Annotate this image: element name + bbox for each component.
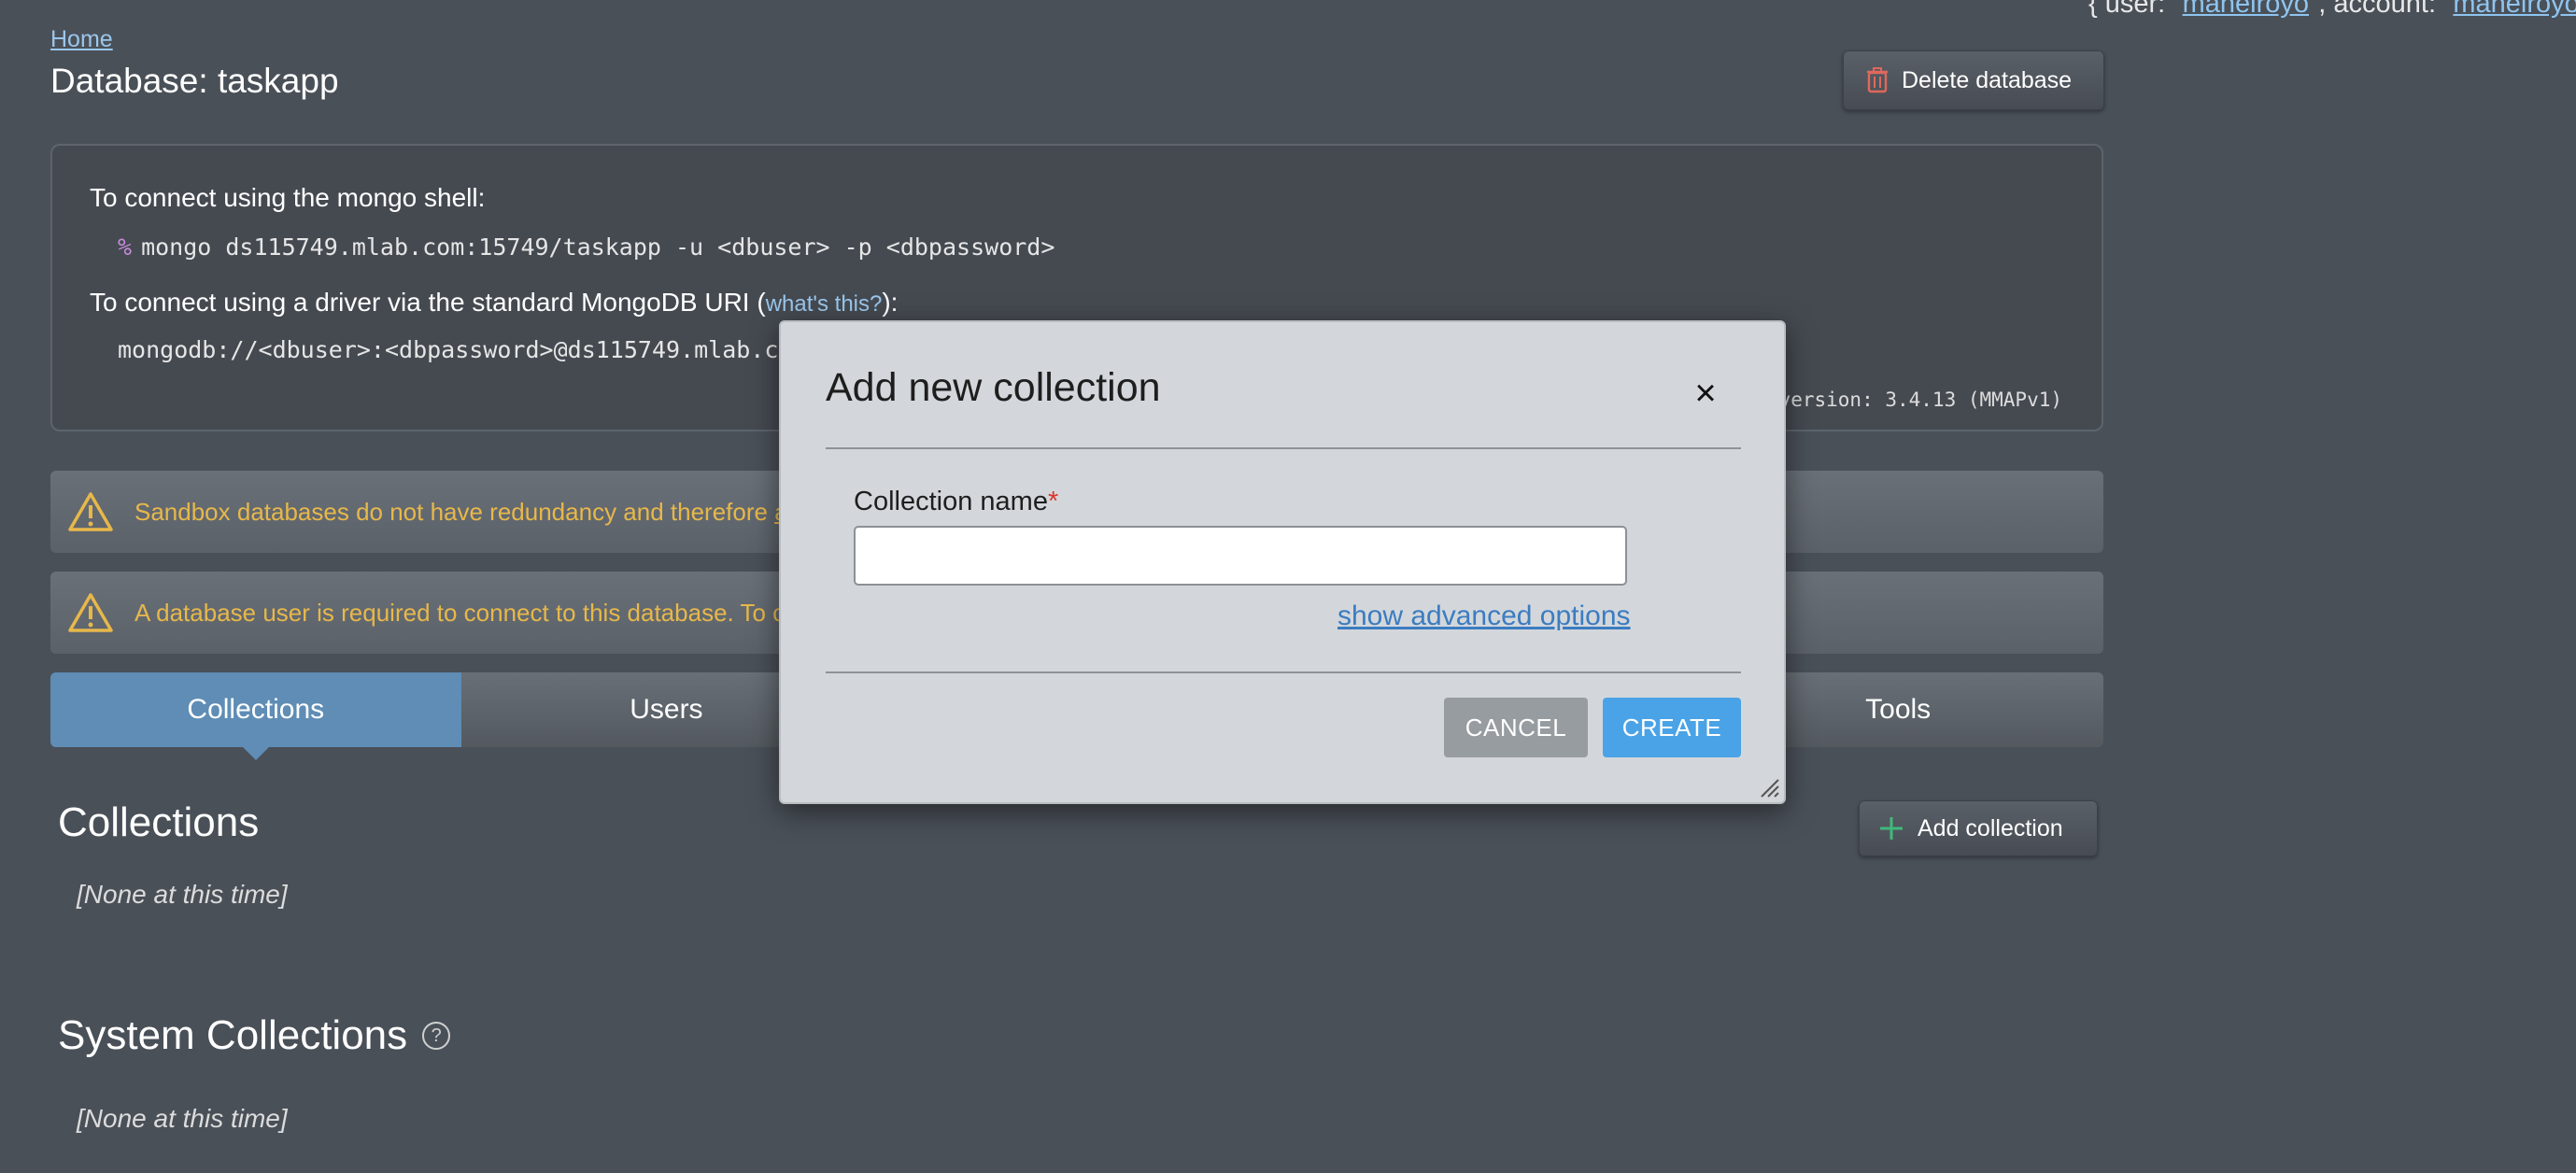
delete-database-button[interactable]: Delete database bbox=[1843, 50, 2104, 110]
add-collection-label: Add collection bbox=[1918, 814, 2063, 841]
dialog-divider-top bbox=[826, 447, 1741, 449]
whats-this-link[interactable]: what's this? bbox=[766, 291, 883, 317]
shell-command: % mongo ds115749.mlab.com:15749/taskapp -… bbox=[118, 233, 1054, 261]
dialog-title: Add new collection bbox=[826, 365, 1161, 410]
driver-connect-intro: To connect using a driver via the standa… bbox=[90, 288, 898, 318]
delete-database-label: Delete database bbox=[1902, 66, 2073, 93]
system-collections-heading: System Collections bbox=[58, 1012, 408, 1058]
warning-triangle-icon bbox=[68, 492, 113, 531]
question-circle-icon[interactable]: ? bbox=[422, 1022, 451, 1050]
userbar-middle: ", account: " bbox=[2308, 0, 2454, 19]
create-button[interactable]: CREATE bbox=[1603, 698, 1741, 757]
shell-connect-intro: To connect using the mongo shell: bbox=[90, 183, 486, 212]
collection-name-label: Collection name* bbox=[854, 487, 1058, 517]
system-collections-empty-text: [None at this time] bbox=[77, 1104, 288, 1133]
breadcrumb-home-link[interactable]: Home bbox=[50, 26, 113, 53]
account-link[interactable]: maneiroyo bbox=[2453, 0, 2576, 19]
cancel-button[interactable]: CANCEL bbox=[1444, 698, 1588, 757]
driver-intro-close: ): bbox=[882, 288, 899, 317]
close-icon[interactable]: × bbox=[1689, 375, 1722, 412]
driver-intro-text: To connect using a driver via the standa… bbox=[90, 288, 766, 317]
collections-empty-text: [None at this time] bbox=[77, 880, 288, 909]
resize-handle-icon[interactable] bbox=[1758, 776, 1780, 798]
page-title: Database: taskapp bbox=[50, 62, 339, 100]
show-advanced-options-link[interactable]: show advanced options bbox=[1338, 601, 1631, 632]
sandbox-warning-text: Sandbox databases do not have redundancy… bbox=[134, 498, 796, 527]
collection-name-label-text: Collection name bbox=[854, 487, 1048, 516]
mongodb-version: version: 3.4.13 (MMAPv1) bbox=[1778, 389, 2062, 411]
required-marker: * bbox=[1047, 487, 1059, 516]
system-collections-heading-row: System Collections ? bbox=[58, 1012, 451, 1059]
warning-triangle-icon bbox=[68, 593, 113, 632]
trash-icon bbox=[1867, 67, 1888, 93]
mongodb-uri: mongodb://<dbuser>:<dbpassword>@ds115749… bbox=[118, 336, 807, 363]
user-account-bar: { user: "maneiroyo", account: "maneiroyo… bbox=[2088, 0, 2576, 20]
userbar-prefix: { user: " bbox=[2088, 0, 2183, 19]
shell-command-text: mongo ds115749.mlab.com:15749/taskapp -u… bbox=[141, 233, 1055, 261]
db-user-warning-text: A database user is required to connect t… bbox=[134, 598, 793, 627]
dialog-divider-bottom bbox=[826, 671, 1741, 673]
add-collection-dialog: Add new collection × Collection name* sh… bbox=[779, 320, 1786, 804]
plus-icon bbox=[1880, 817, 1903, 840]
collections-heading: Collections bbox=[58, 799, 260, 845]
user-link[interactable]: maneiroyo bbox=[2183, 0, 2309, 19]
collection-name-input[interactable] bbox=[854, 526, 1627, 586]
add-collection-button[interactable]: Add collection bbox=[1859, 800, 2098, 856]
tab-collections[interactable]: Collections bbox=[50, 672, 461, 760]
sandbox-warning-body: Sandbox databases do not have redundancy… bbox=[134, 497, 775, 526]
shell-prompt: % bbox=[118, 233, 133, 261]
